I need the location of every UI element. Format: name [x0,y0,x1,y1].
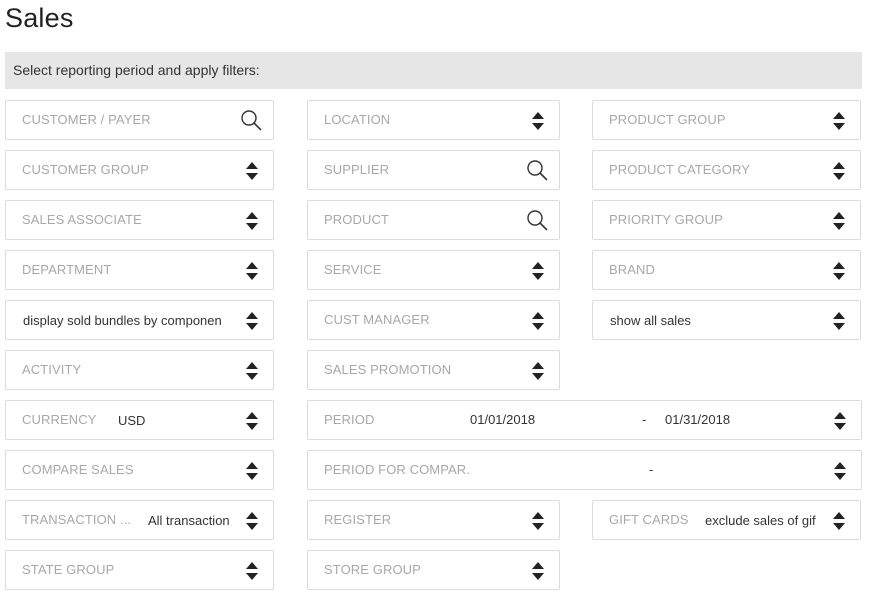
cust-manager-label: CUST MANAGER [324,312,430,327]
currency-value: USD [118,413,146,428]
sort-updown-icon [531,111,545,131]
bundles-display-value: display sold bundles by componen [23,313,222,328]
sort-updown-icon [832,211,846,231]
product-group-select[interactable]: PRODUCT GROUP [592,100,861,140]
sort-updown-icon [245,211,259,231]
sort-updown-icon [832,161,846,181]
store-group-label: STORE GROUP [324,562,421,577]
compare-sales-select[interactable]: COMPARE SALES [5,450,274,490]
sales-associate-select[interactable]: SALES ASSOCIATE [5,200,274,240]
register-select[interactable]: REGISTER [307,500,560,540]
filter-instructions-bar: Select reporting period and apply filter… [5,52,862,89]
activity-label: ACTIVITY [22,362,82,377]
sort-updown-icon [245,461,259,481]
gift-cards-label: GIFT CARDS [609,512,689,527]
product-category-select[interactable]: PRODUCT CATEGORY [592,150,861,190]
filter-instructions-text: Select reporting period and apply filter… [13,62,260,78]
service-label: SERVICE [324,262,382,277]
sort-updown-icon [832,511,846,531]
sort-updown-icon [245,261,259,281]
compare-sales-label: COMPARE SALES [22,462,134,477]
gift-cards-select[interactable]: GIFT CARDS exclude sales of gif [592,500,861,540]
customer-payer-label: CUSTOMER / PAYER [22,112,151,127]
sort-updown-icon [245,561,259,581]
sort-updown-icon [531,511,545,531]
customer-payer-field[interactable]: CUSTOMER / PAYER [5,100,274,140]
activity-select[interactable]: ACTIVITY [5,350,274,390]
sort-updown-icon [245,411,259,431]
product-group-label: PRODUCT GROUP [609,112,726,127]
product-field[interactable]: PRODUCT [307,200,560,240]
sort-updown-icon [833,411,847,431]
brand-select[interactable]: BRAND [592,250,861,290]
sort-updown-icon [531,261,545,281]
page-title: Sales [5,3,74,33]
location-label: LOCATION [324,112,391,127]
search-icon[interactable] [526,159,548,181]
sales-mode-select[interactable]: show all sales [592,300,861,340]
product-label: PRODUCT [324,212,389,227]
state-group-label: STATE GROUP [22,562,115,577]
period-from-date[interactable]: 01/01/2018 [470,412,535,427]
sort-updown-icon [245,311,259,331]
register-label: REGISTER [324,512,392,527]
period-for-compar-label: PERIOD FOR COMPAR. [324,462,471,477]
sort-updown-icon [832,261,846,281]
sort-updown-icon [832,311,846,331]
period-label: PERIOD [324,412,375,427]
transaction-value: All transaction [148,513,230,528]
customer-group-select[interactable]: CUSTOMER GROUP [5,150,274,190]
sales-promotion-select[interactable]: SALES PROMOTION [307,350,560,390]
priority-group-select[interactable]: PRIORITY GROUP [592,200,861,240]
bundles-display-select[interactable]: display sold bundles by componen [5,300,274,340]
period-date-separator: - [642,412,647,427]
priority-group-label: PRIORITY GROUP [609,212,723,227]
currency-label: CURRENCY [22,412,97,427]
sort-updown-icon [531,361,545,381]
sort-updown-icon [531,561,545,581]
supplier-field[interactable]: SUPPLIER [307,150,560,190]
sales-promotion-label: SALES PROMOTION [324,362,452,377]
sales-mode-value: show all sales [610,313,691,328]
service-select[interactable]: SERVICE [307,250,560,290]
brand-label: BRAND [609,262,656,277]
supplier-label: SUPPLIER [324,162,390,177]
currency-select[interactable]: CURRENCY USD [5,400,274,440]
period-for-compar-select[interactable]: PERIOD FOR COMPAR. - [307,450,862,490]
search-icon[interactable] [240,109,262,131]
period-to-date[interactable]: 01/31/2018 [665,412,730,427]
transaction-label: TRANSACTION ... [22,512,132,527]
sales-associate-label: SALES ASSOCIATE [22,212,142,227]
department-select[interactable]: DEPARTMENT [5,250,274,290]
sort-updown-icon [245,361,259,381]
sort-updown-icon [833,461,847,481]
department-label: DEPARTMENT [22,262,112,277]
compare-period-separator: - [649,462,654,477]
period-select[interactable]: PERIOD 01/01/2018 - 01/31/2018 [307,400,862,440]
cust-manager-select[interactable]: CUST MANAGER [307,300,560,340]
transaction-select[interactable]: TRANSACTION ... All transaction [5,500,274,540]
sort-updown-icon [245,511,259,531]
store-group-select[interactable]: STORE GROUP [307,550,560,590]
search-icon[interactable] [526,209,548,231]
gift-cards-value: exclude sales of gif [705,513,816,528]
customer-group-label: CUSTOMER GROUP [22,162,149,177]
sort-updown-icon [531,311,545,331]
sort-updown-icon [832,111,846,131]
sort-updown-icon [245,161,259,181]
product-category-label: PRODUCT CATEGORY [609,162,751,177]
state-group-select[interactable]: STATE GROUP [5,550,274,590]
location-select[interactable]: LOCATION [307,100,560,140]
